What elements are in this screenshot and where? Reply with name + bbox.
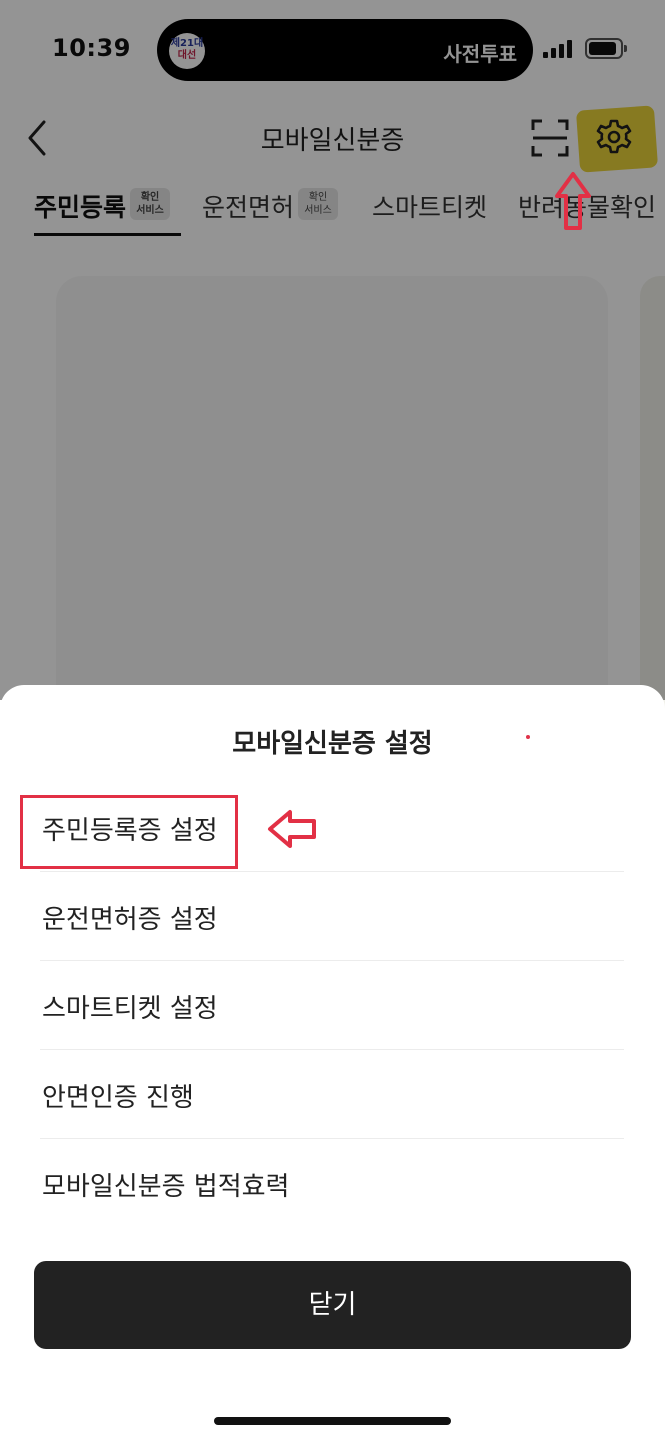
modal-dim-overlay[interactable] bbox=[0, 0, 665, 700]
menu-item-legal-validity[interactable]: 모바일신분증 법적효력 bbox=[40, 1139, 624, 1228]
annotation-left-arrow-icon bbox=[268, 810, 316, 848]
annotation-up-arrow-icon bbox=[555, 172, 591, 230]
menu-item-label: 모바일신분증 법적효력 bbox=[42, 1172, 290, 1202]
settings-bottom-sheet: 모바일신분증 설정 주민등록증 설정 운전면허증 설정 스마트티켓 설정 안면인… bbox=[0, 685, 665, 1440]
menu-item-label: 안면인증 진행 bbox=[42, 1083, 194, 1113]
menu-item-label: 운전면허증 설정 bbox=[42, 905, 218, 935]
menu-item-face-verification[interactable]: 안면인증 진행 bbox=[40, 1050, 624, 1139]
home-indicator[interactable] bbox=[214, 1417, 451, 1425]
menu-item-label: 스마트티켓 설정 bbox=[42, 994, 218, 1024]
close-button[interactable]: 닫기 bbox=[34, 1261, 631, 1349]
menu-item-driver-license-settings[interactable]: 운전면허증 설정 bbox=[40, 872, 624, 961]
sheet-title: 모바일신분증 설정 bbox=[232, 729, 433, 759]
menu-item-smart-ticket-settings[interactable]: 스마트티켓 설정 bbox=[40, 961, 624, 1050]
annotation-highlight-box bbox=[20, 795, 238, 869]
red-dot-marker bbox=[526, 735, 530, 739]
